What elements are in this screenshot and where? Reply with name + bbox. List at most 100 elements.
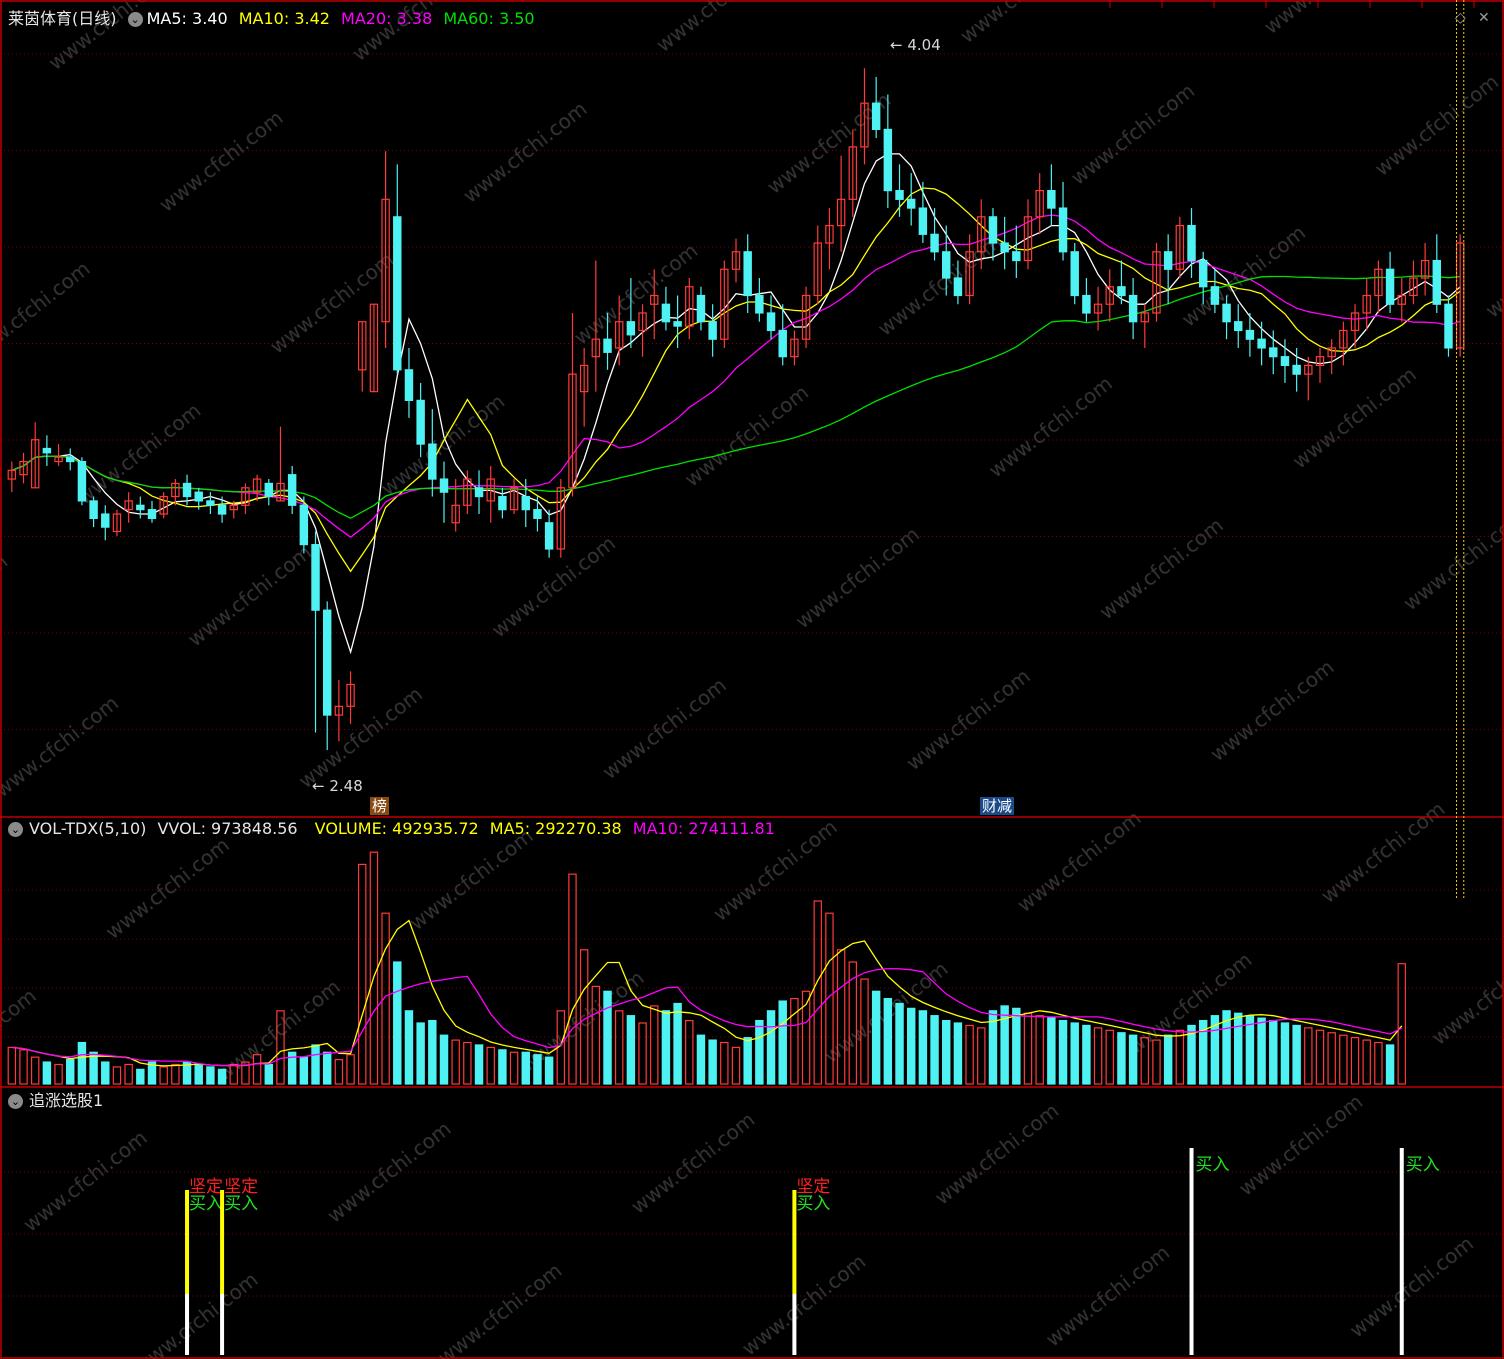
signal-bar-base (1399, 1294, 1404, 1355)
signal-bar-base (792, 1294, 797, 1355)
signal-label-buy: 买入 (189, 1194, 223, 1214)
low-price-value: 2.48 (329, 777, 363, 795)
signal-bar-base (1189, 1294, 1194, 1355)
candle-body (953, 277, 963, 297)
candle-body (439, 478, 449, 493)
volume-bar (755, 1019, 764, 1085)
candle-body (1012, 251, 1021, 262)
stock-title: 莱茵体育 (8, 9, 73, 28)
event-tag-bang[interactable]: 榜 (370, 797, 390, 815)
volume-bar (626, 1015, 636, 1085)
candle-body (626, 321, 636, 336)
ma20-label: MA20: 3.38 (341, 9, 433, 28)
volume-bar (474, 1044, 484, 1085)
candle-body (1432, 259, 1442, 305)
volume-bar (322, 1051, 332, 1085)
indicator-toggle-icon[interactable]: ⌄ (127, 12, 143, 27)
candle-body (1245, 329, 1255, 340)
volume-bar (101, 1061, 110, 1085)
candle-body (194, 491, 203, 502)
candle-body (1070, 251, 1079, 297)
volume-bar (930, 1015, 939, 1085)
volume-bar (136, 1068, 145, 1085)
candle-body (287, 474, 297, 506)
vol-ma10-label: MA10: 274111.81 (632, 819, 775, 838)
volume-bar (217, 1068, 227, 1085)
volume-bar (696, 1034, 706, 1085)
volume-bar (194, 1063, 203, 1085)
volume-bar (871, 990, 881, 1085)
volume-bar (1163, 1034, 1173, 1085)
candle-body (1292, 364, 1301, 375)
candle-body (883, 128, 893, 192)
volume-bar (918, 1010, 928, 1085)
candle-body (1198, 259, 1208, 288)
volume-bar (416, 1022, 425, 1085)
high-price-label: ← 4.04 (890, 36, 941, 54)
candle-body (206, 500, 215, 506)
volume-bar (521, 1051, 530, 1085)
candle-body (1222, 303, 1231, 323)
volume-bar (661, 1010, 671, 1085)
candle-body (428, 443, 437, 480)
vvol-label: VVOL: 973848.56 (157, 819, 298, 838)
candle-body (673, 321, 682, 327)
volume-toggle-icon[interactable]: ⌄ (8, 822, 23, 837)
volume-bar (439, 1034, 449, 1085)
candle-body (311, 544, 320, 611)
volume-bar (1117, 1032, 1126, 1085)
signal-toggle-icon[interactable]: ⌄ (8, 1094, 23, 1109)
candle-body (1187, 224, 1196, 262)
signal-bar-base (220, 1294, 225, 1355)
volume-bar (299, 1056, 309, 1085)
volume-bar (673, 1002, 682, 1085)
candle-body (1280, 356, 1290, 367)
candle-body (1047, 190, 1056, 209)
candle-body (322, 609, 332, 716)
volume-bar (883, 997, 893, 1085)
close-icon[interactable]: ✕ (1478, 10, 1490, 26)
volume-bar (1257, 1017, 1266, 1085)
watermark-layer (0, 0, 1504, 1359)
candle-body (1269, 347, 1278, 358)
candle-body (1444, 303, 1453, 349)
candle-body (661, 303, 671, 323)
candle-body (988, 216, 998, 244)
diamond-icon[interactable]: ◇ (1455, 10, 1466, 26)
candle-body (1082, 294, 1091, 314)
volume-bar (1047, 1017, 1056, 1085)
volume-bar (428, 1019, 437, 1085)
volume-bar (1385, 1044, 1395, 1085)
candle-body (1257, 338, 1266, 349)
volume-bar (66, 1058, 75, 1085)
candle-body (77, 460, 87, 502)
volume-header: ⌄ VOL-TDX(5,10) VVOL: 973848.56 VOLUME: 4… (8, 819, 775, 839)
period-label: (日线) (72, 9, 117, 28)
candle-body (778, 329, 787, 358)
signal-bar-top (1399, 1148, 1404, 1294)
candle-body (544, 522, 554, 550)
volume-bar (77, 1041, 87, 1085)
main-header: 莱茵体育(日线) ⌄ MA5: 3.40 MA10: 3.42 MA20: 3.3… (8, 9, 535, 29)
stock-chart[interactable]: www.cfchi.com 坚定买入坚定买入坚定买入买入买入 (0, 0, 1504, 1359)
vol-ma5-label: MA5: 292270.38 (489, 819, 622, 838)
volume-bar (953, 1022, 963, 1085)
candle-body (1128, 294, 1138, 323)
candle-body (1234, 321, 1243, 332)
candle-body (66, 456, 75, 463)
candle-body (708, 321, 717, 340)
high-price-value: 4.04 (907, 36, 941, 54)
candle-body (1163, 251, 1173, 270)
signal-label-buy: 买入 (1196, 1155, 1230, 1175)
candle-body (498, 495, 507, 511)
candle-body (89, 500, 98, 519)
volume-bar (1058, 1019, 1068, 1085)
candle-body (930, 233, 939, 253)
volume-bar (1012, 1007, 1021, 1085)
candle-body (696, 294, 706, 323)
volume-bar (942, 1019, 951, 1085)
event-tag-caijian[interactable]: 财减 (980, 797, 1015, 815)
candle-body (393, 216, 402, 371)
volume-bar (533, 1054, 542, 1085)
signal-bar-top (1189, 1148, 1194, 1294)
